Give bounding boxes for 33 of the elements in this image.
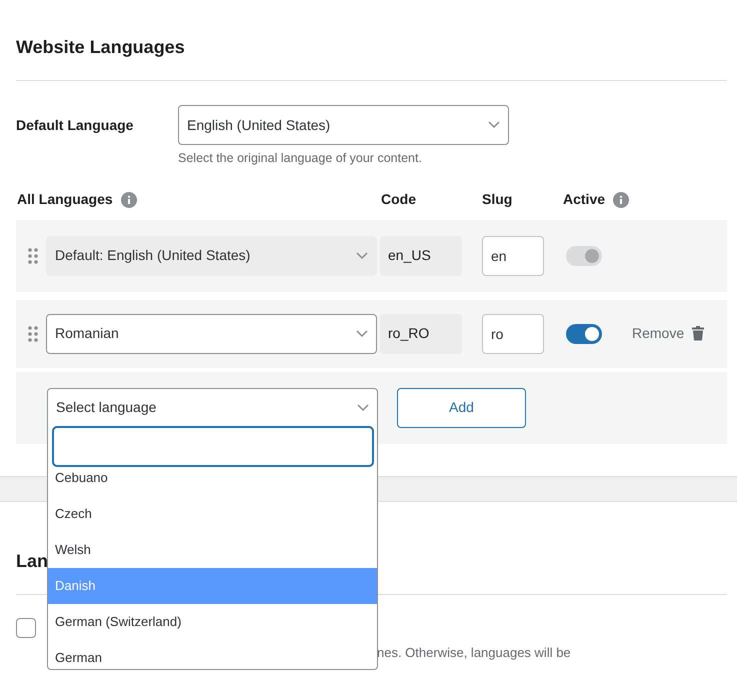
drag-handle-icon[interactable] (28, 248, 38, 264)
add-button[interactable]: Add (397, 388, 526, 428)
trash-icon[interactable] (692, 326, 704, 342)
field-label: Default Language (16, 116, 134, 135)
info-icon[interactable] (613, 192, 630, 208)
slug-field[interactable]: ro (482, 314, 544, 354)
description-text: nes. Otherwise, languages will be (377, 644, 571, 660)
dropdown-option[interactable]: Cebuano (48, 468, 377, 496)
code-field: en_US (380, 236, 462, 276)
section-title: Website Languages (16, 36, 186, 59)
dropdown-option[interactable]: German (48, 640, 377, 669)
dropdown-option[interactable]: Welsh (48, 532, 377, 568)
checkbox[interactable] (16, 618, 36, 638)
chevron-icon (357, 404, 369, 412)
help-text: Select the original language of your content. (178, 150, 423, 167)
chevron-icon (356, 252, 368, 260)
dropdown-option[interactable]: Czech (48, 496, 377, 532)
info-icon[interactable] (120, 192, 137, 208)
language-select[interactable]: Romanian (46, 314, 377, 354)
chevron-icon (356, 330, 368, 338)
chevron-icon (488, 121, 500, 129)
column-header: Slug (482, 190, 512, 210)
column-header: Active (563, 190, 606, 210)
toggle-switch[interactable] (566, 324, 602, 344)
remove-link[interactable]: Remove (632, 323, 684, 344)
code-field: ro_RO (380, 314, 462, 354)
column-header: All Languages (17, 190, 113, 210)
section-title: Lan (16, 550, 48, 572)
default-language-select[interactable]: English (United States) (178, 105, 509, 145)
drag-handle-icon[interactable] (28, 326, 38, 342)
column-header: Code (381, 190, 416, 210)
dropdown-option[interactable]: German (Switzerland) (48, 604, 377, 640)
search-field[interactable] (53, 427, 373, 466)
